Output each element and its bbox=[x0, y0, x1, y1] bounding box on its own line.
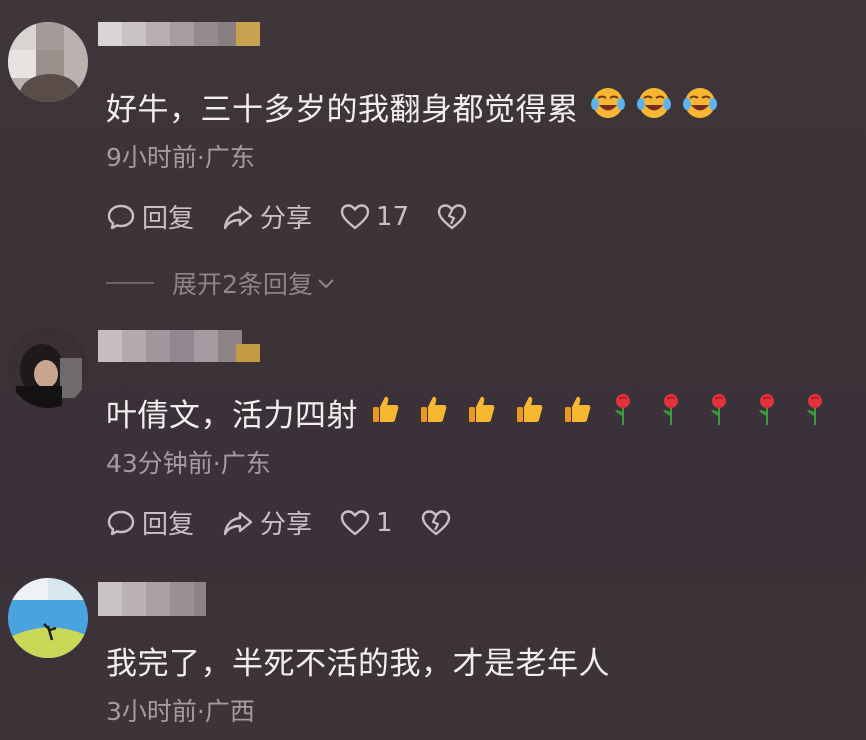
comment-text: 我完了，半死不活的我，才是老年人 bbox=[106, 638, 610, 683]
expand-replies-label: 展开2条回复 bbox=[172, 270, 313, 299]
share-button[interactable]: 分享 bbox=[222, 504, 312, 541]
dislike-button[interactable] bbox=[421, 509, 457, 537]
reply-icon bbox=[107, 204, 135, 229]
avatar[interactable] bbox=[8, 578, 88, 658]
like-count: 1 bbox=[376, 507, 393, 538]
laugh-cry-emoji-icon bbox=[682, 86, 717, 128]
reply-label: 回复 bbox=[142, 510, 195, 540]
like-button[interactable]: 17 bbox=[340, 202, 409, 232]
reply-button[interactable]: 回复 bbox=[106, 504, 194, 541]
comment-text-content: 好牛，三十多岁的我翻身都觉得累 bbox=[106, 92, 579, 128]
like-button[interactable]: 1 bbox=[340, 508, 393, 538]
like-count: 17 bbox=[376, 201, 410, 232]
share-label: 分享 bbox=[260, 204, 313, 234]
comment-actions: 回复 分享 17 bbox=[106, 198, 501, 235]
share-label: 分享 bbox=[260, 510, 313, 540]
laugh-cry-emoji-icon bbox=[590, 86, 625, 128]
username-blurred[interactable] bbox=[98, 582, 206, 616]
share-icon bbox=[223, 205, 253, 229]
rose-emoji-icon bbox=[706, 392, 732, 434]
comment-meta: 43分钟前·广东 bbox=[106, 449, 271, 478]
expand-replies-button[interactable]: 展开2条回复 bbox=[106, 265, 337, 301]
share-button[interactable]: 分享 bbox=[222, 198, 312, 235]
reply-button[interactable]: 回复 bbox=[106, 198, 194, 235]
broken-heart-icon bbox=[421, 509, 450, 535]
thumbs-up-emoji-icon bbox=[418, 393, 450, 433]
comment-actions: 回复 分享 1 bbox=[106, 504, 485, 541]
reply-icon bbox=[107, 510, 135, 535]
thumbs-up-emoji-icon bbox=[370, 393, 402, 433]
comment-text-content: 我完了，半死不活的我，才是老年人 bbox=[106, 646, 610, 682]
thumbs-up-emoji-icon bbox=[562, 393, 594, 433]
divider-line bbox=[106, 282, 154, 284]
comment-text: 叶倩文，活力四射 bbox=[106, 390, 828, 435]
dislike-button[interactable] bbox=[437, 203, 473, 231]
laugh-cry-emoji-icon bbox=[636, 86, 671, 128]
rose-emoji-icon bbox=[610, 392, 636, 434]
rose-emoji-icon bbox=[802, 392, 828, 434]
thumbs-up-emoji-icon bbox=[514, 393, 546, 433]
avatar[interactable] bbox=[8, 22, 88, 102]
broken-heart-icon bbox=[437, 203, 467, 229]
thumbs-up-emoji-icon bbox=[466, 393, 498, 433]
comment-text: 好牛，三十多岁的我翻身都觉得累 bbox=[106, 84, 717, 129]
chevron-down-icon bbox=[318, 279, 334, 289]
comment-meta: 3小时前·广西 bbox=[106, 697, 255, 726]
heart-icon bbox=[340, 203, 370, 229]
comment-text-content: 叶倩文，活力四射 bbox=[106, 398, 358, 434]
comment-meta: 9小时前·广东 bbox=[106, 143, 255, 172]
heart-icon bbox=[340, 509, 370, 535]
share-icon bbox=[223, 511, 253, 535]
username-blurred[interactable] bbox=[98, 330, 260, 362]
username-blurred[interactable] bbox=[98, 22, 260, 50]
rose-emoji-icon bbox=[658, 392, 684, 434]
avatar[interactable] bbox=[8, 328, 88, 408]
reply-label: 回复 bbox=[142, 204, 195, 234]
rose-emoji-icon bbox=[754, 392, 780, 434]
